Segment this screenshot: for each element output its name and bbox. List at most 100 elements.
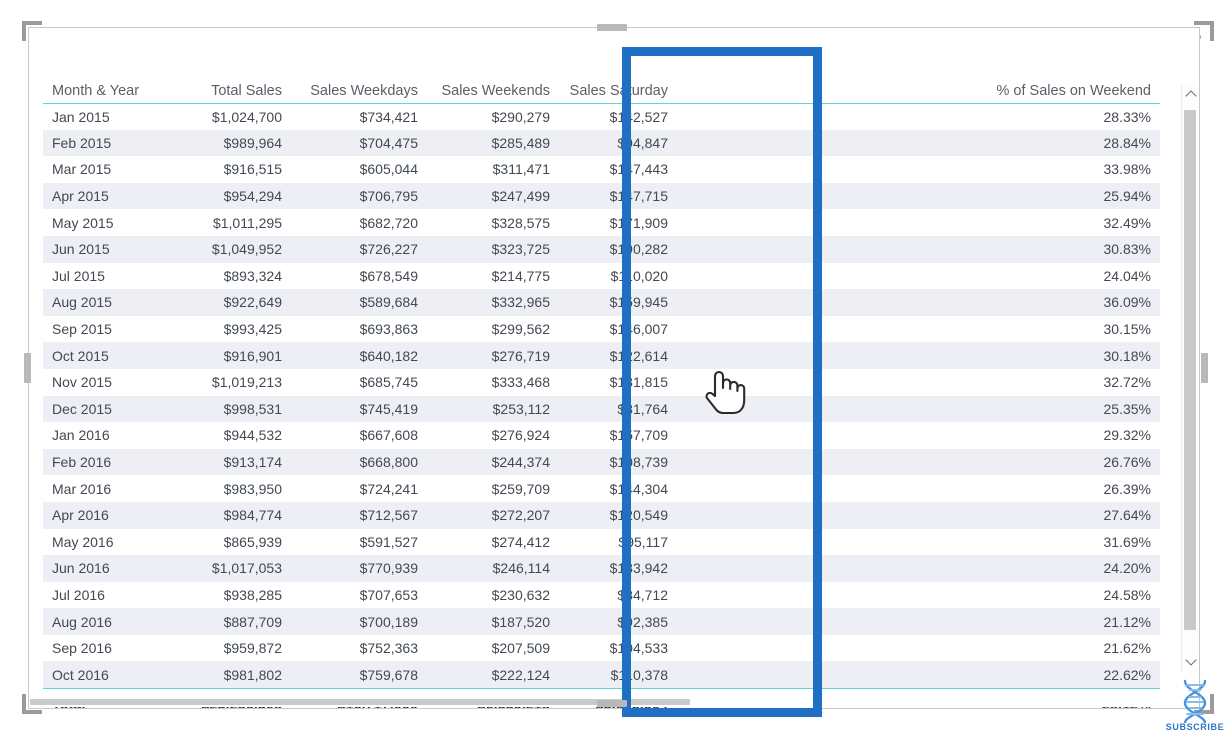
cell-weekend: $285,489 xyxy=(427,129,559,157)
cell-month: Jan 2016 xyxy=(52,427,110,444)
cell-total: $865,939 xyxy=(223,533,282,550)
cell-month: May 2015 xyxy=(52,214,114,231)
cell-pct: 24.20% xyxy=(677,555,1160,582)
cell-total: $998,531 xyxy=(165,395,291,423)
table-row[interactable]: Apr 2015 $954,294 $706,795 $247,499 $147,715… xyxy=(43,182,1160,210)
column-header-total-sales[interactable]: Total Sales xyxy=(165,57,291,104)
cell-pct: 24.04% xyxy=(1103,267,1151,284)
cell-weekend: $244,374 xyxy=(427,448,559,476)
cell-total: $944,532 xyxy=(223,427,282,444)
horizontal-scrollbar-thumb[interactable] xyxy=(30,699,690,705)
table-row[interactable]: Oct 2016 $981,802 $759,678 $222,124 $110,378… xyxy=(43,661,1160,689)
column-header-pct-sales-weekend[interactable]: % of Sales on Weekend xyxy=(677,57,1160,104)
table-row[interactable]: Jan 2015 $1,024,700 $734,421 $290,279 $142,5… xyxy=(43,103,1160,130)
table-row[interactable]: Apr 2016 $984,774 $712,567 $272,207 $120,549… xyxy=(43,501,1160,529)
cell-sat: $108,739 xyxy=(559,448,677,476)
cell-weekend: $272,207 xyxy=(427,501,559,529)
cell-total: $1,011,295 xyxy=(212,214,282,231)
cell-month: May 2016 xyxy=(52,533,114,550)
table-row[interactable]: Aug 2015 $922,649 $589,684 $332,965 $159,945… xyxy=(43,289,1160,316)
cell-total: $983,950 xyxy=(223,480,282,497)
cell-sat: $159,945 xyxy=(559,289,677,316)
table-row[interactable]: Dec 2015 $998,531 $745,419 $253,112 $81,764 2… xyxy=(43,395,1160,423)
cell-weekend: $328,575 xyxy=(491,214,550,231)
cell-total: $887,709 xyxy=(165,608,291,635)
table-row[interactable]: Jun 2015 $1,049,952 $726,227 $323,725 $190,2… xyxy=(43,235,1160,263)
cell-sat: $157,709 xyxy=(609,427,668,444)
cell-total: $916,901 xyxy=(165,342,291,369)
cell-pct: 32.72% xyxy=(1103,374,1151,391)
vertical-scrollbar[interactable] xyxy=(1181,84,1198,672)
cell-weekend: $247,499 xyxy=(427,182,559,210)
resize-handle-left[interactable] xyxy=(24,353,31,383)
cell-weekday: $734,421 xyxy=(359,108,418,125)
resize-handle-top-right[interactable] xyxy=(1194,21,1214,41)
cell-weekday: $667,608 xyxy=(359,427,418,444)
cell-total: $984,774 xyxy=(165,501,291,529)
table-row[interactable]: Jan 2016 $944,532 $667,608 $276,924 $157,709… xyxy=(43,422,1160,449)
cell-total: $989,964 xyxy=(165,129,291,157)
table-row[interactable]: Jun 2016 $1,017,053 $770,939 $246,114 $133,9… xyxy=(43,555,1160,582)
cell-weekday: $712,567 xyxy=(291,501,427,529)
column-header-sales-saturday[interactable]: Sales Saturday xyxy=(559,57,677,104)
table-row[interactable]: Mar 2016 $983,950 $724,241 $259,709 $144,304… xyxy=(43,475,1160,502)
table-header: Month & Year Total Sales Sales Weekdays … xyxy=(43,57,1160,104)
table-visual[interactable]: Month & Year Total Sales Sales Weekdays … xyxy=(28,27,1200,709)
cell-weekday: $589,684 xyxy=(291,289,427,316)
cell-sat: $81,764 xyxy=(559,395,677,423)
column-header-month[interactable]: Month & Year xyxy=(43,57,165,104)
cell-weekday: $700,189 xyxy=(291,608,427,635)
cell-pct: 28.33% xyxy=(1103,108,1151,125)
cell-weekend: $323,725 xyxy=(427,235,559,263)
table-row[interactable]: Feb 2015 $989,964 $704,475 $285,489 $94,847 2… xyxy=(43,129,1160,157)
cell-pct: 25.35% xyxy=(677,395,1160,423)
cell-month: Oct 2016 xyxy=(43,661,165,689)
cell-total: $913,174 xyxy=(165,448,291,476)
cell-weekend: $333,468 xyxy=(491,374,550,391)
column-header-sales-weekends[interactable]: Sales Weekends xyxy=(427,57,559,104)
resize-handle-bottom-left[interactable] xyxy=(22,694,42,714)
table-row[interactable]: Sep 2016 $959,872 $752,363 $207,509 $104,533… xyxy=(43,635,1160,662)
vertical-scrollbar-thumb[interactable] xyxy=(1184,110,1196,630)
table-row[interactable]: Jul 2015 $893,324 $678,549 $214,775 $110,020… xyxy=(43,263,1160,290)
table-row[interactable]: Feb 2016 $913,174 $668,800 $244,374 $108,739… xyxy=(43,448,1160,476)
cell-pct: 36.09% xyxy=(677,289,1160,316)
table-row[interactable]: Mar 2015 $916,515 $605,044 $311,471 $147,443… xyxy=(43,156,1160,183)
cell-weekend: $222,124 xyxy=(427,661,559,689)
cell-weekday: $704,475 xyxy=(291,129,427,157)
resize-handle-top-left[interactable] xyxy=(22,21,42,41)
cell-sat: $147,443 xyxy=(609,161,668,178)
cell-weekday: $640,182 xyxy=(291,342,427,369)
table-row[interactable]: Oct 2015 $916,901 $640,182 $276,719 $122,614… xyxy=(43,342,1160,369)
cell-sat: $146,007 xyxy=(609,321,668,338)
cell-month: Jun 2016 xyxy=(43,555,165,582)
cell-weekday: $605,044 xyxy=(359,161,418,178)
cell-pct: 31.69% xyxy=(1103,533,1151,550)
table-row[interactable]: May 2015 $1,011,295 $682,720 $328,575 $171,9… xyxy=(43,209,1160,236)
resize-handle-right[interactable] xyxy=(1201,353,1208,383)
chevron-up-icon[interactable] xyxy=(1182,84,1199,105)
table-row[interactable]: Nov 2015 $1,019,213 $685,745 $333,468 $131,8… xyxy=(43,369,1160,396)
chevron-down-icon[interactable] xyxy=(1182,651,1199,672)
resize-handle-bottom-right[interactable] xyxy=(1194,694,1214,714)
cell-month: Jan 2015 xyxy=(52,108,110,125)
cell-weekday: $759,678 xyxy=(291,661,427,689)
cell-pct: 27.64% xyxy=(677,501,1160,529)
column-header-sales-weekdays[interactable]: Sales Weekdays xyxy=(291,57,427,104)
table-row[interactable]: Sep 2015 $993,425 $693,863 $299,562 $146,007… xyxy=(43,316,1160,343)
resize-handle-bottom[interactable] xyxy=(597,700,627,707)
resize-handle-top[interactable] xyxy=(597,24,627,31)
cell-month: Aug 2015 xyxy=(43,289,165,316)
cell-month: Aug 2016 xyxy=(43,608,165,635)
cell-weekend: $187,520 xyxy=(427,608,559,635)
table-row[interactable]: May 2016 $865,939 $591,527 $274,412 $95,117 3… xyxy=(43,529,1160,556)
cell-weekday: $668,800 xyxy=(291,448,427,476)
header-row: Month & Year Total Sales Sales Weekdays … xyxy=(43,57,1160,104)
table-row[interactable]: Jul 2016 $938,285 $707,653 $230,632 $84,712 2… xyxy=(43,582,1160,609)
cell-weekend: $214,775 xyxy=(491,267,550,284)
cell-month: Sep 2016 xyxy=(52,640,112,657)
cell-pct: 26.39% xyxy=(1103,480,1151,497)
cell-total: $922,649 xyxy=(165,289,291,316)
table-row[interactable]: Aug 2016 $887,709 $700,189 $187,520 $92,385 2… xyxy=(43,608,1160,635)
cell-pct: 29.32% xyxy=(1103,427,1151,444)
